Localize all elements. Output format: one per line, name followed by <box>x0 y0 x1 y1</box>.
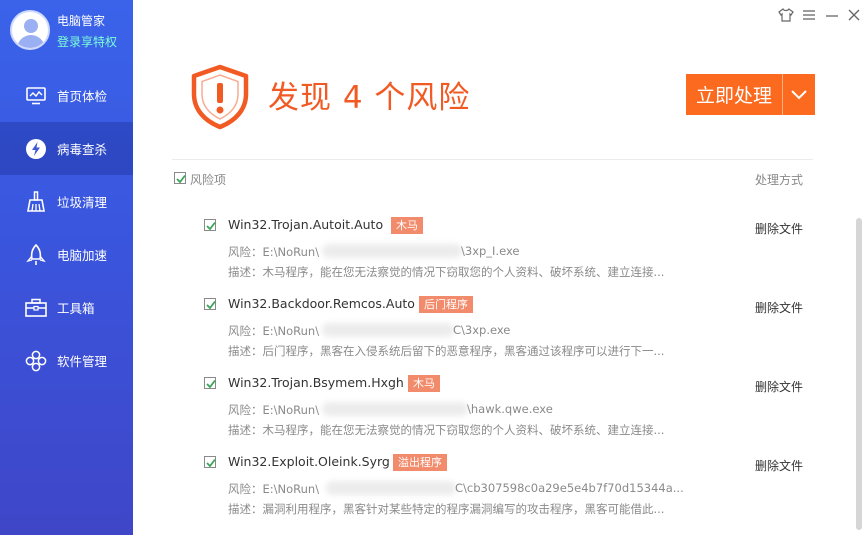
shield-lightning-icon <box>25 138 47 160</box>
risk-path-suffix: C\cb307598c0a29e5e4b7f70d15344a... <box>455 481 684 495</box>
risk-action-select[interactable]: 删除文件 <box>755 457 803 474</box>
risk-type-badge: 溢出程序 <box>393 454 447 471</box>
sidebar-item-label: 垃圾清理 <box>57 195 108 210</box>
risk-action-select[interactable]: 删除文件 <box>755 220 803 237</box>
sidebar-item-label: 首页体检 <box>57 89 108 104</box>
risk-description: 描述：木马程序，能在您无法察觉的情况下窃取您的个人资料、破坏系统、建立连接... <box>228 265 665 279</box>
sidebar: 电脑管家 登录享特权 首页体检 病毒查杀 垃圾清理 电脑加速 工具箱 软件管理 <box>0 0 133 535</box>
monitor-icon <box>25 85 47 107</box>
toolbox-icon <box>25 297 47 319</box>
redacted-path <box>322 323 454 337</box>
risk-checkbox[interactable] <box>204 219 216 231</box>
app-name: 电脑管家 <box>57 14 106 28</box>
risk-checkbox[interactable] <box>204 377 216 389</box>
risk-column-header: 风险项 <box>190 173 227 187</box>
risk-name: Win32.Backdoor.Remcos.Auto <box>228 296 415 311</box>
redacted-path <box>322 402 468 416</box>
sidebar-item-virus-scan[interactable]: 病毒查杀 <box>0 122 133 175</box>
action-column-header: 处理方式 <box>755 173 804 187</box>
page-title: 发现 4 个风险 <box>268 80 471 116</box>
profile-area: 电脑管家 登录享特权 <box>0 0 133 60</box>
menu-icon[interactable] <box>800 6 818 24</box>
risk-name: Win32.Exploit.Oleink.Syrg <box>228 454 390 469</box>
sidebar-item-label: 病毒查杀 <box>57 142 108 157</box>
risk-name: Win32.Trojan.Bsymem.Hxgh <box>228 375 404 390</box>
risk-description: 描述：木马程序，能在您无法察觉的情况下窃取您的个人资料、破坏系统、建立连接... <box>228 423 665 437</box>
risk-action-select[interactable]: 删除文件 <box>755 378 803 395</box>
risk-description: 描述：后门程序，黑客在入侵系统后留下的恶意程序，黑客通过该程序可以进行下一... <box>228 344 665 358</box>
avatar[interactable] <box>10 10 50 50</box>
sidebar-item-toolbox[interactable]: 工具箱 <box>0 281 133 334</box>
risk-path-suffix: \3xp_I.exe <box>461 244 520 258</box>
risk-type-badge: 后门程序 <box>419 296 473 313</box>
sidebar-item-home-checkup[interactable]: 首页体检 <box>0 69 133 122</box>
warning-shield-icon <box>190 64 250 130</box>
minimize-icon[interactable] <box>823 6 841 24</box>
chevron-down-icon[interactable] <box>783 74 815 115</box>
risk-action-select[interactable]: 删除文件 <box>755 299 803 316</box>
risk-path-suffix: \hawk.qwe.exe <box>467 402 553 416</box>
broom-icon <box>25 190 47 213</box>
risk-type-badge: 木马 <box>391 217 423 234</box>
shirt-icon[interactable] <box>777 6 795 24</box>
sidebar-item-software-manager[interactable]: 软件管理 <box>0 334 133 387</box>
login-link[interactable]: 登录享特权 <box>57 33 117 50</box>
rocket-icon <box>25 243 47 266</box>
sidebar-item-label: 软件管理 <box>57 354 108 369</box>
redacted-path <box>322 244 462 258</box>
fix-now-button[interactable]: 立即处理 <box>686 74 815 115</box>
risk-path-suffix: C\3xp.exe <box>453 323 511 337</box>
redacted-path <box>326 481 456 495</box>
risk-path-prefix: 风险：E:\NoRun\ <box>228 482 320 496</box>
risk-checkbox[interactable] <box>204 298 216 310</box>
apps-icon <box>25 350 47 372</box>
close-icon[interactable] <box>845 6 863 24</box>
select-all-checkbox[interactable] <box>174 172 186 184</box>
risk-type-badge: 木马 <box>408 375 440 392</box>
sidebar-item-label: 电脑加速 <box>57 248 108 263</box>
sidebar-item-junk-clean[interactable]: 垃圾清理 <box>0 175 133 228</box>
header-divider <box>172 159 813 160</box>
sidebar-item-speed-up[interactable]: 电脑加速 <box>0 228 133 281</box>
sidebar-item-label: 工具箱 <box>57 301 95 316</box>
scrollbar[interactable] <box>856 218 862 530</box>
risk-name: Win32.Trojan.Autoit.Auto <box>228 217 384 232</box>
risk-path-prefix: 风险：E:\NoRun\ <box>228 324 320 338</box>
risk-path-prefix: 风险：E:\NoRun\ <box>228 245 320 259</box>
risk-path-prefix: 风险：E:\NoRun\ <box>228 403 320 417</box>
fix-now-label: 立即处理 <box>695 85 772 107</box>
risk-description: 描述：漏洞利用程序，黑客针对某些特定的程序漏洞编写的攻击程序，黑客可能借此... <box>228 502 665 516</box>
risk-checkbox[interactable] <box>204 456 216 468</box>
